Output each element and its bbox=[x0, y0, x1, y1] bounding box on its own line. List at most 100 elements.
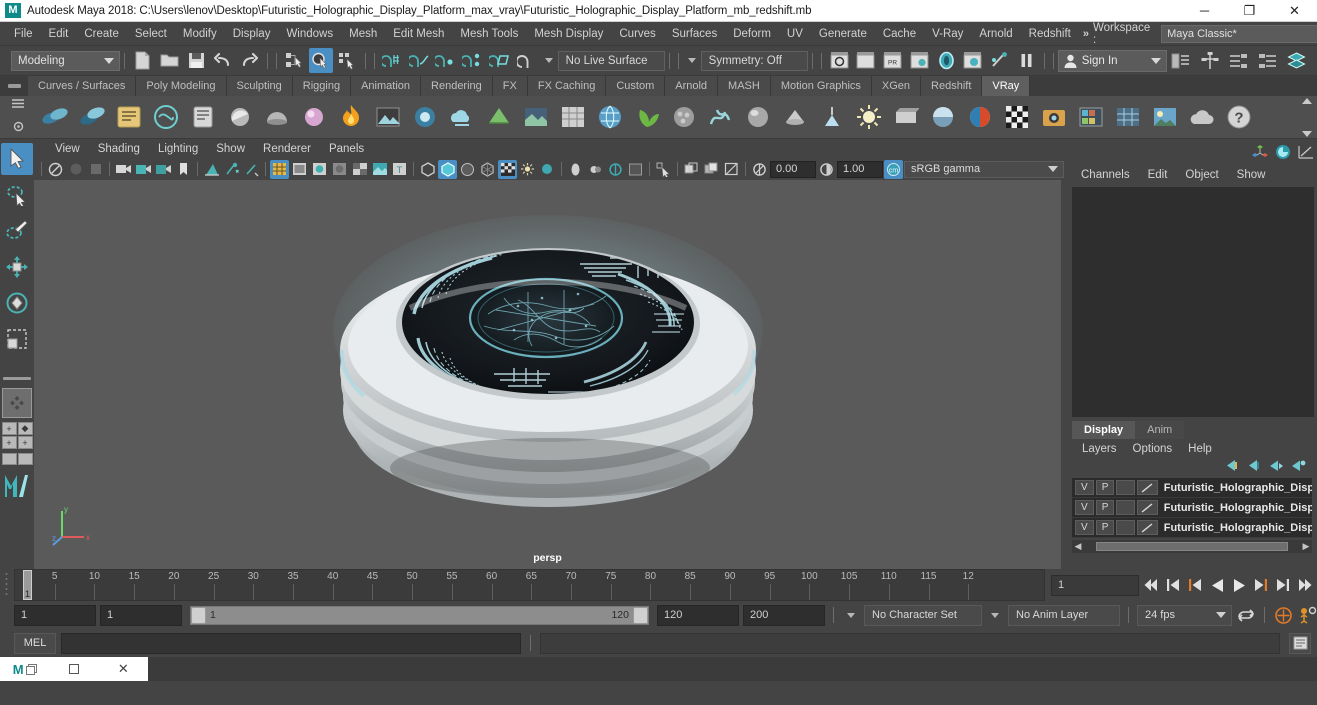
vray-sky-icon[interactable] bbox=[1148, 100, 1182, 135]
vray-cone-icon[interactable] bbox=[778, 100, 812, 135]
menu-modify[interactable]: Modify bbox=[175, 22, 225, 46]
vray-curve-icon[interactable] bbox=[704, 100, 738, 135]
taskbar-close-icon[interactable]: ✕ bbox=[99, 657, 148, 681]
hypergraph-toggle-button[interactable] bbox=[1197, 48, 1222, 73]
vray-cloud-icon[interactable] bbox=[1185, 100, 1219, 135]
attribute-editor-icon[interactable] bbox=[1275, 144, 1291, 165]
layer-color-swatch[interactable] bbox=[1137, 480, 1158, 495]
vray-sphere-fade-icon[interactable] bbox=[297, 100, 331, 135]
grid-display-icon[interactable] bbox=[438, 159, 457, 179]
vray-blend-mtl-icon[interactable] bbox=[963, 100, 997, 135]
textured-shading-icon[interactable] bbox=[350, 160, 369, 179]
command-language-button[interactable]: MEL bbox=[14, 632, 56, 654]
viewport-menu-renderer[interactable]: Renderer bbox=[254, 143, 320, 155]
shelf-tab-animation[interactable]: Animation bbox=[351, 76, 422, 96]
menu-mesh-display[interactable]: Mesh Display bbox=[526, 22, 611, 46]
new-layer-icon[interactable] bbox=[1269, 459, 1284, 477]
vray-checker-icon[interactable] bbox=[1000, 100, 1034, 135]
shelf-tab-motion-graphics[interactable]: Motion Graphics bbox=[770, 76, 872, 96]
ao-screen-space-icon[interactable] bbox=[566, 160, 585, 179]
vray-lut-icon[interactable] bbox=[1074, 100, 1108, 135]
vray-fog-icon[interactable] bbox=[445, 100, 479, 135]
shelf-scroll-arrows[interactable] bbox=[1299, 98, 1315, 137]
channel-box-content[interactable] bbox=[1072, 187, 1314, 417]
gamma-toggle-icon[interactable] bbox=[817, 160, 836, 179]
vray-dome-light-icon[interactable] bbox=[260, 100, 294, 135]
range-slider[interactable]: 1 120 bbox=[190, 605, 649, 625]
camera-icon[interactable] bbox=[114, 160, 133, 179]
shelf-tab-curves-surfaces[interactable]: Curves / Surfaces bbox=[28, 76, 137, 96]
menu-create[interactable]: Create bbox=[76, 22, 127, 46]
channel-box-menu-edit[interactable]: Edit bbox=[1139, 169, 1177, 181]
shadows-icon[interactable]: T bbox=[390, 160, 409, 179]
quick-layout-outliner-button[interactable]: + bbox=[1, 436, 17, 449]
shelf-tab-fx-caching[interactable]: FX Caching bbox=[527, 76, 607, 96]
play-backwards-icon[interactable] bbox=[1207, 574, 1227, 596]
menu-cache[interactable]: Cache bbox=[875, 22, 924, 46]
menu-display[interactable]: Display bbox=[225, 22, 279, 46]
taskbar-maya-icon[interactable]: M bbox=[0, 657, 49, 681]
quick-layout-single-button[interactable] bbox=[2, 388, 32, 418]
flat-shade-icon[interactable] bbox=[330, 160, 349, 179]
color-management-icon[interactable]: cm bbox=[884, 159, 903, 179]
menu-edit[interactable]: Edit bbox=[41, 22, 77, 46]
shelf-menu-icon[interactable] bbox=[11, 95, 25, 113]
exposure-toggle-icon[interactable] bbox=[750, 160, 769, 179]
shelf-tab-xgen[interactable]: XGen bbox=[871, 76, 922, 96]
smooth-shade-all-icon[interactable] bbox=[290, 160, 309, 179]
wireframe-shading-icon[interactable] bbox=[270, 159, 289, 179]
camera-gate-icon[interactable] bbox=[154, 160, 173, 179]
shelf-tab-rigging[interactable]: Rigging bbox=[292, 76, 352, 96]
viewport-select-icon[interactable] bbox=[654, 160, 673, 179]
menu-set-select[interactable]: Modeling bbox=[11, 50, 121, 71]
menu-mesh-tools[interactable]: Mesh Tools bbox=[452, 22, 526, 46]
live-surface-field[interactable]: No Live Surface bbox=[557, 50, 665, 71]
lasso-tool-button[interactable] bbox=[1, 179, 33, 211]
irr-particle-render-button[interactable] bbox=[853, 48, 878, 73]
symmetry-chevron-down-icon[interactable] bbox=[687, 58, 696, 63]
camera-attributes-icon[interactable] bbox=[86, 160, 105, 179]
shadow-display-icon[interactable] bbox=[538, 160, 557, 179]
time-slider-grip[interactable] bbox=[0, 569, 14, 601]
vray-globe-icon[interactable] bbox=[593, 100, 627, 135]
quick-layout-two-pane-button[interactable] bbox=[1, 453, 17, 465]
quick-layout-grid-buttons[interactable]: + ◆ + + bbox=[1, 422, 33, 449]
select-hierarchy-button[interactable] bbox=[282, 48, 307, 73]
scrollbar-thumb[interactable] bbox=[1096, 542, 1288, 551]
viewport-menu-show[interactable]: Show bbox=[207, 143, 254, 155]
smooth-shade-selected-icon[interactable] bbox=[310, 160, 329, 179]
range-end-time-field[interactable]: 120 bbox=[657, 604, 739, 626]
paint-select-tool-button[interactable] bbox=[1, 215, 33, 247]
layer-state-toggle[interactable] bbox=[1116, 500, 1136, 515]
layer-list[interactable]: V P Futuristic_Holographic_Displa V P Fu… bbox=[1072, 478, 1312, 538]
snap-point-button[interactable] bbox=[434, 48, 459, 73]
auto-key-icon[interactable] bbox=[1273, 604, 1293, 626]
vray-material-icon[interactable] bbox=[186, 100, 220, 135]
lock-camera-icon[interactable] bbox=[66, 160, 85, 179]
graph-editor-icon[interactable] bbox=[1298, 144, 1314, 165]
vray-rect-light-icon[interactable] bbox=[889, 100, 923, 135]
menu-surfaces[interactable]: Surfaces bbox=[664, 22, 725, 46]
isolate-select-icon[interactable] bbox=[418, 160, 437, 179]
scroll-right-icon[interactable]: ▶ bbox=[1300, 541, 1312, 552]
shelf-tab-custom[interactable]: Custom bbox=[606, 76, 666, 96]
vray-sphere-gray-icon[interactable] bbox=[741, 100, 775, 135]
symmetry-field[interactable]: Symmetry: Off bbox=[700, 50, 808, 71]
vray-mtl-preview-icon[interactable] bbox=[926, 100, 960, 135]
shelf-tab-vray[interactable]: VRay bbox=[982, 76, 1031, 96]
gamma-reset-icon[interactable] bbox=[702, 160, 721, 179]
snap-grid-button[interactable] bbox=[380, 48, 405, 73]
quick-layout-single-pane-button[interactable] bbox=[17, 453, 33, 465]
scroll-left-icon[interactable]: ◀ bbox=[1072, 541, 1084, 552]
redo-button[interactable] bbox=[237, 48, 262, 73]
animation-preferences-icon[interactable] bbox=[1297, 604, 1317, 626]
layer-state-toggle[interactable] bbox=[1116, 520, 1136, 535]
anim-start-time-field[interactable]: 1 bbox=[14, 604, 96, 626]
render-current-frame-button[interactable] bbox=[827, 48, 852, 73]
vray-ies-light-icon[interactable] bbox=[815, 100, 849, 135]
menu-uv[interactable]: UV bbox=[779, 22, 811, 46]
anim-layer-field[interactable]: No Anim Layer bbox=[1008, 604, 1120, 626]
open-render-view-button[interactable]: PR bbox=[880, 48, 905, 73]
menu-arnold[interactable]: Arnold bbox=[971, 22, 1020, 46]
gamma-field[interactable]: 1.00 bbox=[837, 160, 883, 178]
